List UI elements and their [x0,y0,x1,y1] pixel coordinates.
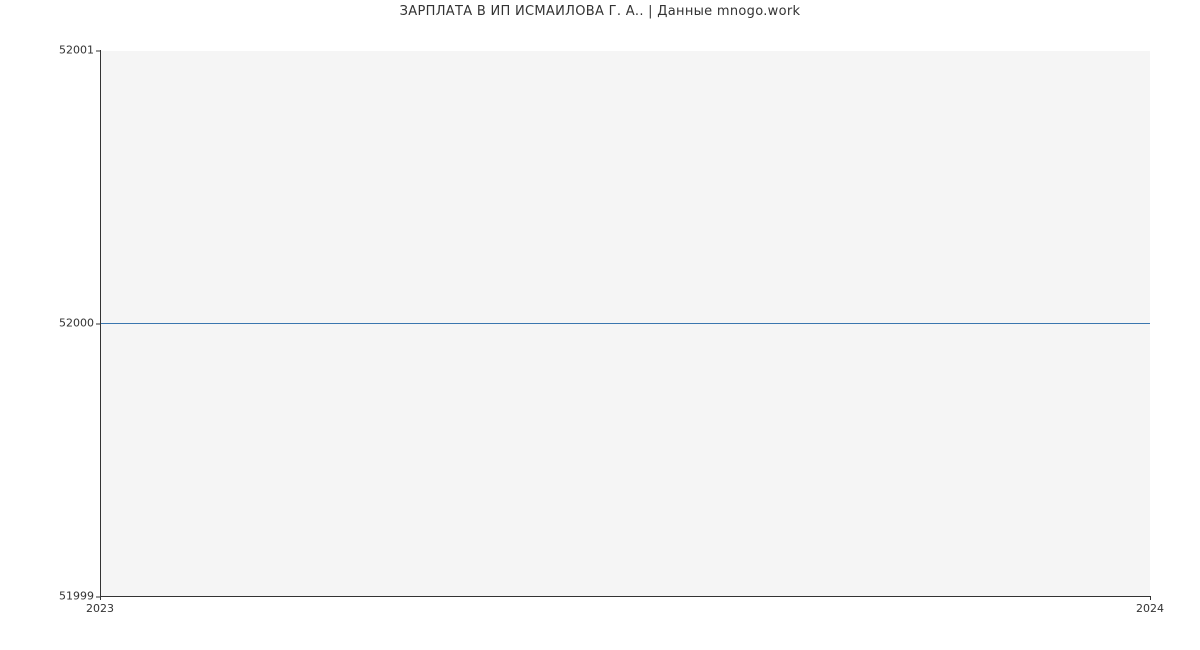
x-axis-spine [100,596,1150,597]
tick-text: 2023 [86,602,114,615]
y-tick-label: 52001 [0,44,94,57]
y-axis-spine [100,50,101,596]
tick-mark [96,50,100,51]
tick-mark [96,323,100,324]
y-tick-label: 51999 [0,590,94,603]
x-tick-label: 2023 [86,602,114,615]
y-tick-label: 52000 [0,317,94,330]
salary-line-chart: ЗАРПЛАТА В ИП ИСМАИЛОВА Г. А.. | Данные … [0,0,1200,650]
x-tick-label: 2024 [1136,602,1164,615]
tick-text: 52001 [59,44,94,57]
chart-title: ЗАРПЛАТА В ИП ИСМАИЛОВА Г. А.. | Данные … [0,4,1200,19]
tick-text: 2024 [1136,602,1164,615]
tick-mark [1150,596,1151,600]
series-line [100,323,1150,324]
tick-text: 51999 [59,590,94,603]
gridline [100,50,1150,51]
tick-text: 52000 [59,317,94,330]
tick-mark [100,596,101,600]
